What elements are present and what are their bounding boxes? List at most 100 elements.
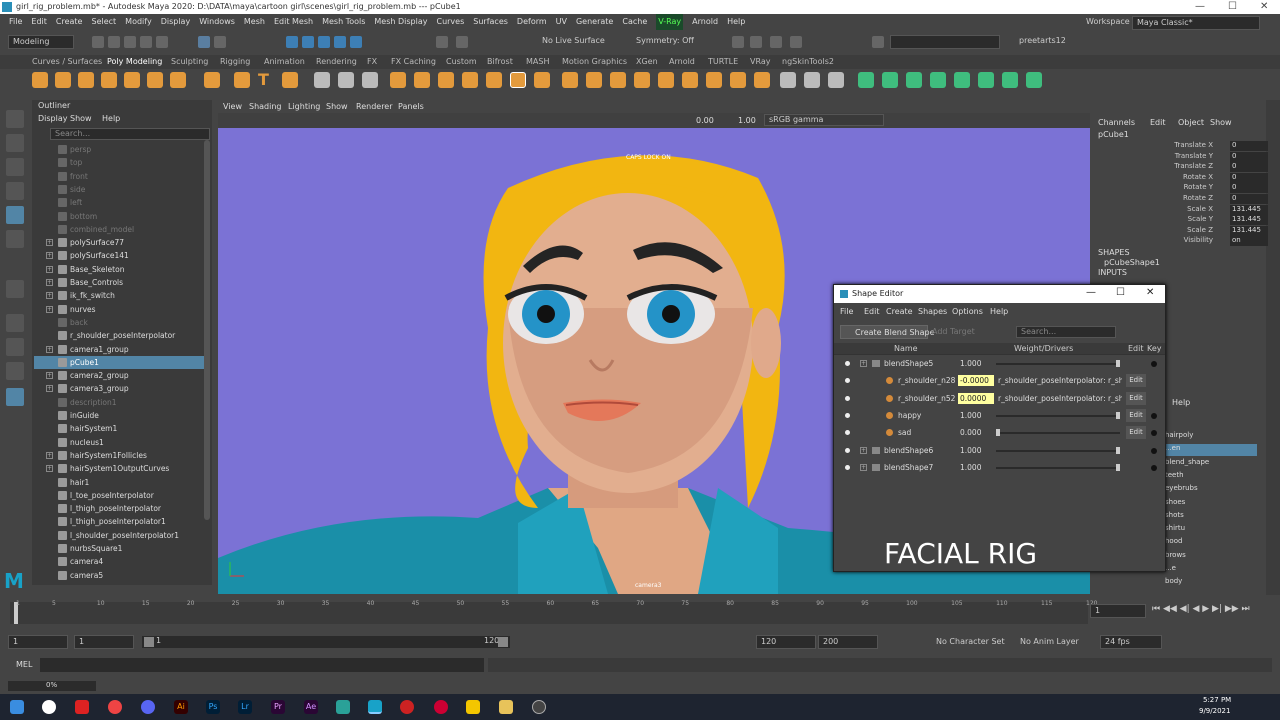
minimize-button[interactable]: — [1195,1,1205,12]
poly-torus-icon[interactable] [124,72,140,88]
extrude-icon[interactable] [510,72,526,88]
visibility-icon[interactable] [845,447,850,453]
command-input[interactable] [890,35,1000,49]
outliner-item[interactable]: + nurves [34,303,204,316]
discord-icon[interactable] [141,700,155,714]
menu-create[interactable]: Create [56,14,83,30]
rotate-tool-icon[interactable] [6,206,24,224]
render-icon[interactable] [456,36,468,48]
outliner-item[interactable]: camera5 [34,569,204,582]
channel-attr[interactable]: Translate Z 0 [1100,162,1268,173]
shape-row[interactable]: + blendShape5 1.000 [836,355,1163,372]
slider-knob[interactable] [1116,360,1120,367]
expand-icon[interactable]: + [46,385,53,393]
outliner-item[interactable]: r_shoulder_poseInterpolator [34,329,204,342]
menu-v-ray[interactable]: V-Ray [656,14,684,30]
open-scene-icon[interactable] [108,36,120,48]
time-slider[interactable]: 1 5 10 15 20 25 30 35 40 45 50 55 60 65 70 75 80 85 90 95 10… [0,598,1280,626]
channel-menu-channels[interactable]: Channels [1098,118,1135,127]
maya-taskbar-icon[interactable] [368,700,382,714]
four-view-icon[interactable] [6,338,24,356]
channel-attr[interactable]: Rotate Z 0 [1100,194,1268,204]
outliner-item[interactable]: + hairSystem1OutputCurves [34,462,204,475]
display-layer[interactable]: ...e [1165,564,1257,576]
outliner-item[interactable]: + camera1_group [34,343,204,356]
outliner-layout-icon[interactable] [6,388,24,406]
channel-attr-value[interactable]: 0 [1230,141,1268,151]
edit-button[interactable]: Edit [1126,391,1146,405]
edit-button[interactable]: Edit [1126,426,1146,440]
history-icon[interactable] [436,36,448,48]
last-tool-icon[interactable] [6,280,24,298]
display-layer[interactable]: ...en [1165,444,1257,457]
settings-icon[interactable] [532,700,546,714]
outliner-item[interactable]: camera4 [34,555,204,568]
smooth-icon[interactable] [362,72,378,88]
start-time-field[interactable]: 1 [8,635,68,649]
input-line-icon[interactable] [872,36,884,48]
outliner-item[interactable]: description1 [34,396,204,409]
single-perspective-icon[interactable] [6,314,24,332]
substance-icon[interactable] [400,700,414,714]
shape-editor-menu-file[interactable]: File [840,307,853,316]
close-button[interactable]: ✕ [1146,287,1154,298]
undo-icon[interactable] [140,36,152,48]
menu-help[interactable]: Help [727,14,745,30]
cleanup-icon[interactable] [754,72,770,88]
colorspace-dropdown[interactable]: sRGB gamma [764,114,884,126]
shelf-tab-animation[interactable]: Animation [264,57,305,66]
create-blend-shape-button[interactable]: Create Blend Shape [840,325,935,339]
shape-weight-field[interactable]: 1.000 [960,442,992,459]
bevel-icon[interactable] [486,72,502,88]
outliner-item[interactable]: + camera3_group [34,382,204,395]
display-layer[interactable]: teeth [1165,471,1257,483]
select-tool-icon[interactable] [6,110,24,128]
expand-icon[interactable]: + [860,446,867,454]
target-weld-icon[interactable] [634,72,650,88]
channel-attr[interactable]: Visibility on [1100,236,1268,247]
viewport-menu-view[interactable]: View [223,102,242,111]
windows-start-icon[interactable] [10,700,24,714]
mel-input[interactable] [40,658,484,672]
render-view-icon[interactable] [732,36,744,48]
multicut-icon[interactable] [586,72,602,88]
weight-slider[interactable] [996,466,1120,469]
shape-row[interactable]: happy 1.000 Edit [836,407,1163,424]
range-end-handle[interactable] [498,637,508,647]
mash-repro-icon[interactable] [930,72,946,88]
menu-deform[interactable]: Deform [517,14,547,30]
menu-mesh[interactable]: Mesh [244,14,265,30]
extract-icon[interactable] [414,72,430,88]
collapse-icon[interactable] [682,72,698,88]
slider-knob[interactable] [1116,411,1120,419]
range-bar[interactable]: 1 120 [142,636,510,648]
select-hierarchy-icon[interactable] [198,36,210,48]
anim-layer[interactable]: No Anim Layer [1020,637,1079,646]
character-set[interactable]: No Character Set [936,637,1005,646]
display-layer[interactable]: hairpoly [1165,431,1257,443]
lightroom-icon[interactable]: Lr [238,700,252,714]
menu-edit-mesh[interactable]: Edit Mesh [274,14,313,30]
expand-icon[interactable]: + [860,463,867,471]
search-icon[interactable] [42,700,56,714]
outliner-menu-show[interactable]: Show [70,114,92,123]
shelf-tab-vray[interactable]: VRay [750,57,771,66]
outliner-item[interactable]: + camera2_group [34,369,204,382]
poly-cube-icon[interactable] [55,72,71,88]
channel-attr-value[interactable]: 131.445 [1230,215,1268,226]
viewport-menu-panels[interactable]: Panels [398,102,424,111]
shape-row[interactable]: r_shoulder_n28 -0.0000 r_shoulder_poseInte… [836,372,1163,389]
user-account[interactable]: preetarts12 [1015,35,1095,49]
channel-menu-object[interactable]: Object [1178,118,1204,127]
photoshop-icon[interactable]: Ps [206,700,220,714]
mirror-icon[interactable] [438,72,454,88]
outliner-item[interactable]: bottom [34,210,204,223]
gamma-value[interactable]: 1.00 [738,116,756,125]
layer-help-menu[interactable]: Help [1172,398,1190,407]
playback-controls[interactable]: ⏮ ◀◀ ◀| ◀ ▶ ▶| ▶▶ ⏭ [1152,604,1250,614]
shape-editor-menu-help[interactable]: Help [990,307,1008,316]
viewport-menu-show[interactable]: Show [326,102,348,111]
shelf-tab-motion-graphics[interactable]: Motion Graphics [562,57,627,66]
channel-attr-value[interactable]: 0 [1230,162,1268,173]
edit-button[interactable]: Edit [1126,374,1146,388]
